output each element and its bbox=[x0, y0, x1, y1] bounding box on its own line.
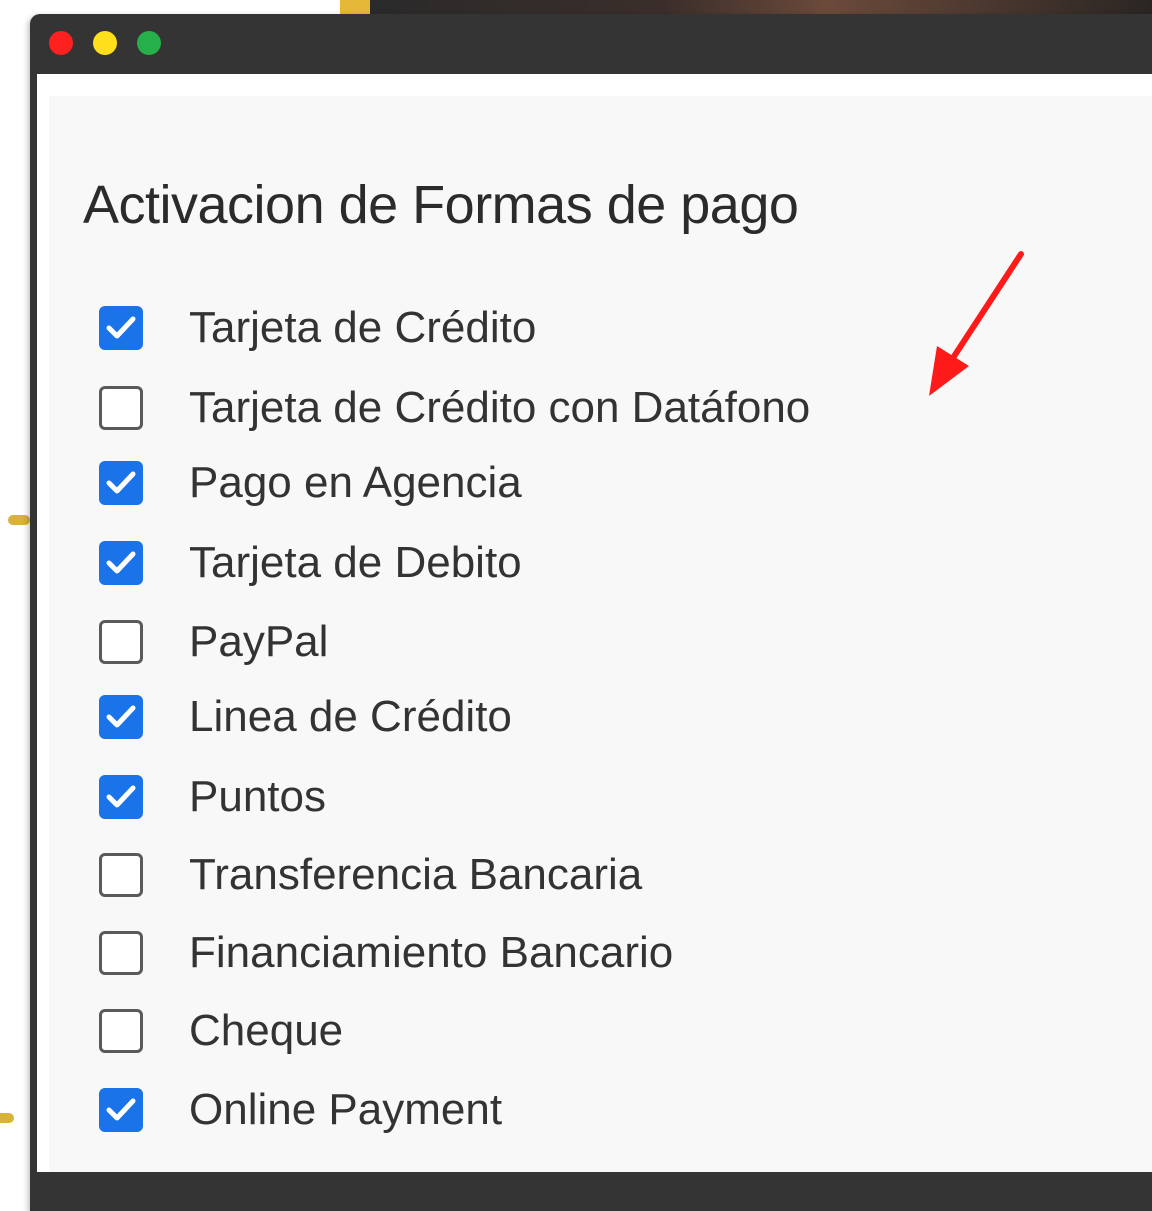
maximize-window-button[interactable] bbox=[137, 31, 161, 55]
checkbox-unchecked[interactable] bbox=[99, 1009, 143, 1053]
red-arrow-icon bbox=[929, 251, 1024, 396]
checkmark-icon bbox=[106, 1098, 136, 1121]
payment-option[interactable]: Online Payment bbox=[99, 1082, 502, 1138]
payment-option[interactable]: Linea de Crédito bbox=[99, 689, 512, 745]
panel-title: Activacion de Formas de pago bbox=[83, 175, 799, 235]
checkbox-checked[interactable] bbox=[99, 541, 143, 585]
payment-option[interactable]: PayPal bbox=[99, 614, 328, 670]
checkbox-unchecked[interactable] bbox=[99, 931, 143, 975]
payment-option-label: Online Payment bbox=[189, 1085, 503, 1134]
payment-option-label: Tarjeta de Crédito bbox=[189, 303, 537, 352]
payment-option[interactable]: Tarjeta de Crédito con Datáfono bbox=[99, 380, 810, 436]
checkbox-checked[interactable] bbox=[99, 306, 143, 350]
payment-option-label: Linea de Crédito bbox=[189, 692, 512, 741]
payment-option-label: Financiamiento Bancario bbox=[189, 928, 674, 977]
payment-option-label: Pago en Agencia bbox=[189, 458, 522, 507]
payment-option[interactable]: Puntos bbox=[99, 769, 326, 825]
checkbox-checked[interactable] bbox=[99, 695, 143, 739]
decorative-dash bbox=[0, 1113, 14, 1123]
window-content: Activacion de Formas de pago Tarjeta de … bbox=[37, 74, 1152, 1172]
payment-option[interactable]: Tarjeta de Crédito bbox=[99, 300, 536, 356]
checkmark-icon bbox=[106, 785, 136, 808]
payment-option-label: Cheque bbox=[189, 1006, 344, 1055]
payment-option-label: Transferencia Bancaria bbox=[189, 850, 643, 899]
window-titlebar bbox=[30, 14, 1152, 74]
payment-methods-panel: Activacion de Formas de pago Tarjeta de … bbox=[49, 96, 1152, 1172]
checkmark-icon bbox=[106, 551, 136, 574]
decorative-dash bbox=[8, 515, 30, 525]
payment-option[interactable]: Financiamiento Bancario bbox=[99, 925, 673, 981]
checkbox-unchecked[interactable] bbox=[99, 386, 143, 430]
payment-option[interactable]: Cheque bbox=[99, 1003, 343, 1059]
checkbox-checked[interactable] bbox=[99, 1088, 143, 1132]
payment-option[interactable]: Tarjeta de Debito bbox=[99, 535, 522, 591]
checkbox-checked[interactable] bbox=[99, 461, 143, 505]
window-footer-bar bbox=[30, 1172, 1152, 1211]
payment-option[interactable]: Transferencia Bancaria bbox=[99, 847, 642, 903]
close-window-button[interactable] bbox=[49, 31, 73, 55]
payment-option[interactable]: Pago en Agencia bbox=[99, 455, 522, 511]
checkmark-icon bbox=[106, 705, 136, 728]
app-window: Activacion de Formas de pago Tarjeta de … bbox=[30, 14, 1152, 1211]
checkmark-icon bbox=[106, 316, 136, 339]
payment-option-label: Tarjeta de Crédito con Datáfono bbox=[189, 383, 811, 432]
payment-option-label: PayPal bbox=[189, 617, 329, 666]
payment-option-label: Puntos bbox=[189, 772, 326, 821]
checkmark-icon bbox=[106, 471, 136, 494]
minimize-window-button[interactable] bbox=[93, 31, 117, 55]
payment-option-label: Tarjeta de Debito bbox=[189, 538, 522, 587]
checkbox-checked[interactable] bbox=[99, 775, 143, 819]
checkbox-unchecked[interactable] bbox=[99, 853, 143, 897]
checkbox-unchecked[interactable] bbox=[99, 620, 143, 664]
